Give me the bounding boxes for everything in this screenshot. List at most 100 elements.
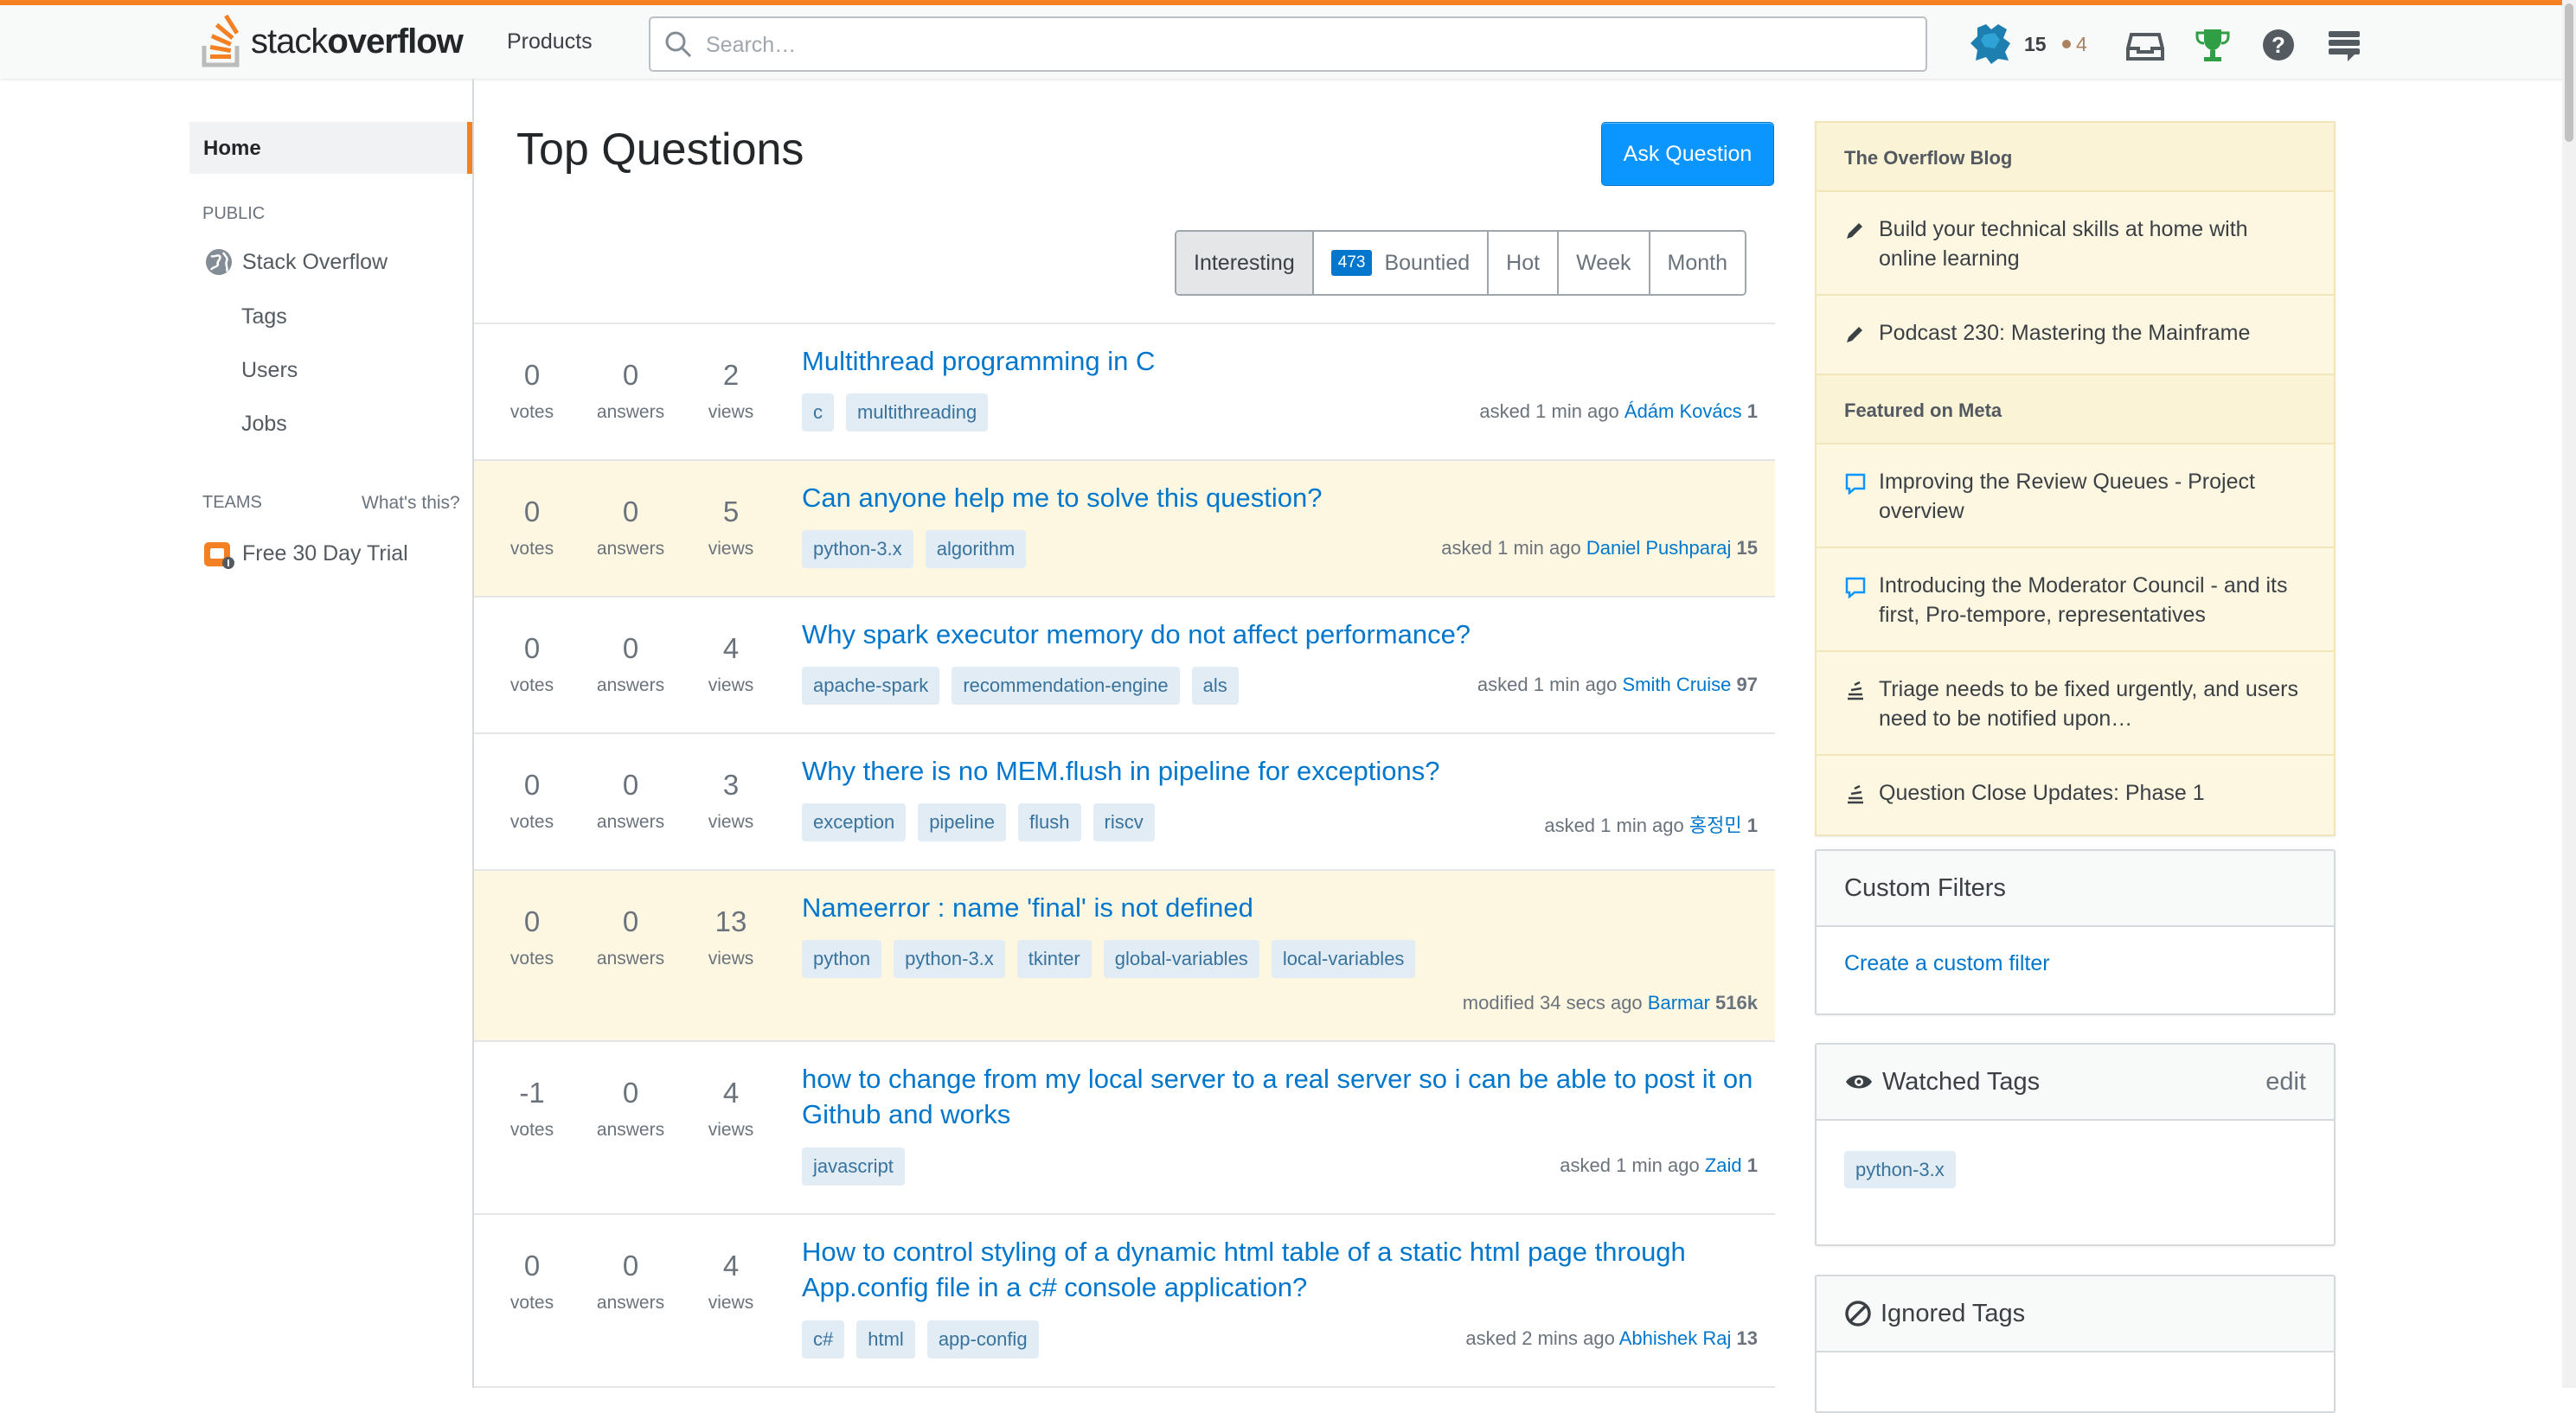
tag-link[interactable]: algorithm: [925, 530, 1027, 568]
inbox-icon[interactable]: [2126, 26, 2164, 64]
tag-link[interactable]: python: [802, 940, 882, 978]
meta-item-link[interactable]: Triage needs to be fixed urgently, and u…: [1879, 675, 2306, 733]
blog-item[interactable]: Podcast 230: Mastering the Mainframe: [1817, 296, 2334, 375]
tag-link[interactable]: javascript: [802, 1148, 905, 1186]
tab-hot[interactable]: Hot: [1489, 232, 1560, 294]
page-title: Top Questions: [516, 125, 804, 175]
free-trial-link[interactable]: Free 30 Day Trial: [202, 537, 408, 570]
tag-link[interactable]: riscv: [1093, 803, 1155, 841]
help-icon[interactable]: ?: [2259, 26, 2297, 64]
ignored-tags-heading: Ignored Tags: [1881, 1299, 2026, 1327]
site-switcher-icon[interactable]: [2325, 26, 2363, 64]
user-link[interactable]: Abhishek Raj: [1619, 1327, 1732, 1349]
page-scrollbar[interactable]: [2562, 0, 2576, 1388]
products-menu[interactable]: Products: [507, 29, 593, 54]
tag-link[interactable]: local-variables: [1271, 940, 1416, 978]
tag-link[interactable]: c: [802, 393, 834, 432]
ignored-tags-widget: Ignored Tags: [1815, 1275, 2336, 1413]
user-link[interactable]: 홍정민: [1689, 815, 1742, 836]
answer-count: 0 answers: [596, 1250, 665, 1313]
meta-item-link[interactable]: Introducing the Moderator Council - and …: [1879, 571, 2306, 630]
user-link[interactable]: Ádám Kovács: [1624, 400, 1742, 422]
search-input[interactable]: [704, 25, 1901, 65]
tag-link[interactable]: als: [1191, 667, 1239, 705]
tag-link[interactable]: c#: [802, 1320, 845, 1359]
tag-link[interactable]: multithreading: [846, 393, 989, 432]
tab-bountied[interactable]: 473 Bountied: [1313, 232, 1490, 294]
question-title-link[interactable]: How to control styling of a dynamic html…: [802, 1234, 1762, 1305]
question-tags: python-3.x algorithm: [802, 530, 1038, 568]
answer-count: 0 answers: [596, 496, 665, 559]
tag-link[interactable]: flush: [1018, 803, 1081, 841]
user-link[interactable]: Smith Cruise: [1622, 674, 1731, 695]
vote-count: 0 votes: [509, 496, 554, 559]
meta-item-link[interactable]: Improving the Review Queues - Project ov…: [1879, 467, 2306, 526]
sidebar-item-stackoverflow[interactable]: Stack Overflow: [204, 247, 388, 277]
sidebar-item-tags[interactable]: Tags: [241, 304, 287, 329]
tag-link[interactable]: apache-spark: [802, 667, 940, 705]
bronze-badge-count: 4: [2076, 33, 2087, 55]
vote-count: 0 votes: [509, 905, 554, 969]
bounty-count-badge: 473: [1330, 250, 1373, 276]
vote-count: 0 votes: [509, 359, 554, 422]
blog-item[interactable]: Build your technical skills at home with…: [1817, 192, 2334, 296]
sidebar-item-jobs[interactable]: Jobs: [241, 412, 287, 437]
achievements-icon[interactable]: [2194, 26, 2232, 64]
question-title-link[interactable]: Nameerror : name 'final' is not defined: [802, 890, 1762, 925]
globe-icon: [206, 249, 232, 275]
meta-item[interactable]: Improving the Review Queues - Project ov…: [1817, 444, 2334, 548]
meta-item[interactable]: Question Close Updates: Phase 1: [1817, 756, 2334, 834]
blog-item-link[interactable]: Podcast 230: Mastering the Mainframe: [1879, 318, 2250, 348]
watched-tags-heading: Watched Tags: [1882, 1067, 2041, 1096]
sidebar-item-users[interactable]: Users: [241, 358, 298, 383]
ask-question-button[interactable]: Ask Question: [1601, 122, 1774, 186]
tag-link[interactable]: pipeline: [918, 803, 1007, 841]
custom-filters-widget: Custom Filters Create a custom filter: [1815, 849, 2336, 1015]
answer-count: 0 answers: [596, 359, 665, 422]
question-tags: c# html app-config: [802, 1320, 1051, 1359]
user-link[interactable]: Zaid: [1705, 1154, 1742, 1176]
tag-link[interactable]: python-3.x: [894, 940, 1005, 978]
question-summary: 0 votes 0 answers 3 views Why there is no M…: [474, 734, 1775, 871]
blog-item-link[interactable]: Build your technical skills at home with…: [1879, 214, 2306, 273]
user-link[interactable]: Barmar: [1648, 992, 1710, 1013]
user-avatar[interactable]: [1969, 21, 2014, 66]
whats-this-link[interactable]: What's this?: [362, 493, 460, 514]
tag-link[interactable]: recommendation-engine: [952, 667, 1180, 705]
user-link[interactable]: Daniel Pushparaj: [1586, 537, 1732, 559]
tag-link[interactable]: tkinter: [1016, 940, 1092, 978]
question-title-link[interactable]: Why spark executor memory do not affect …: [802, 617, 1762, 652]
vote-count: 0 votes: [509, 632, 554, 695]
tab-bountied-label: Bountied: [1384, 250, 1471, 275]
create-filter-link[interactable]: Create a custom filter: [1844, 951, 2050, 975]
search-box[interactable]: [649, 16, 1927, 72]
question-meta: asked 1 min ago Zaid 1: [1560, 1154, 1758, 1177]
question-summary: 0 votes 0 answers 5 views Can anyone help m…: [474, 461, 1775, 598]
top-bar: stackoverflow Products 15 4 ?: [0, 0, 2576, 79]
question-tags: python python-3.x tkinter global-variabl…: [802, 940, 1427, 978]
meta-item[interactable]: Triage needs to be fixed urgently, and u…: [1817, 652, 2334, 756]
tag-link[interactable]: global-variables: [1103, 940, 1259, 978]
tag-link[interactable]: exception: [802, 803, 907, 841]
meta-item[interactable]: Introducing the Moderator Council - and …: [1817, 548, 2334, 652]
tab-week[interactable]: Week: [1559, 232, 1650, 294]
scrollbar-thumb[interactable]: [2565, 3, 2573, 142]
tag-link[interactable]: html: [856, 1320, 915, 1359]
question-list: 0 votes 0 answers 2 views Multithread progr…: [474, 323, 1775, 1388]
stackoverflow-logo[interactable]: stackoverflow: [201, 10, 464, 73]
sidebar-item-home[interactable]: Home: [189, 122, 472, 174]
tab-interesting[interactable]: Interesting: [1176, 232, 1314, 294]
tag-link[interactable]: python-3.x: [802, 530, 913, 568]
watched-tag[interactable]: python-3.x: [1844, 1151, 1956, 1188]
meta-item-link[interactable]: Question Close Updates: Phase 1: [1879, 778, 2205, 808]
question-title-link[interactable]: how to change from my local server to a …: [802, 1061, 1762, 1132]
answer-count: 0 answers: [596, 769, 665, 832]
edit-watched-tags-link[interactable]: edit: [2265, 1068, 2306, 1097]
question-action-time: asked 1 min ago: [1441, 537, 1581, 559]
question-tags: apache-spark recommendation-engine als: [802, 667, 1251, 705]
tab-month[interactable]: Month: [1650, 232, 1745, 294]
question-title-link[interactable]: Can anyone help me to solve this questio…: [802, 480, 1762, 515]
question-title-link[interactable]: Multithread programming in C: [802, 343, 1762, 379]
tag-link[interactable]: app-config: [926, 1320, 1039, 1359]
question-title-link[interactable]: Why there is no MEM.flush in pipeline fo…: [802, 753, 1762, 789]
